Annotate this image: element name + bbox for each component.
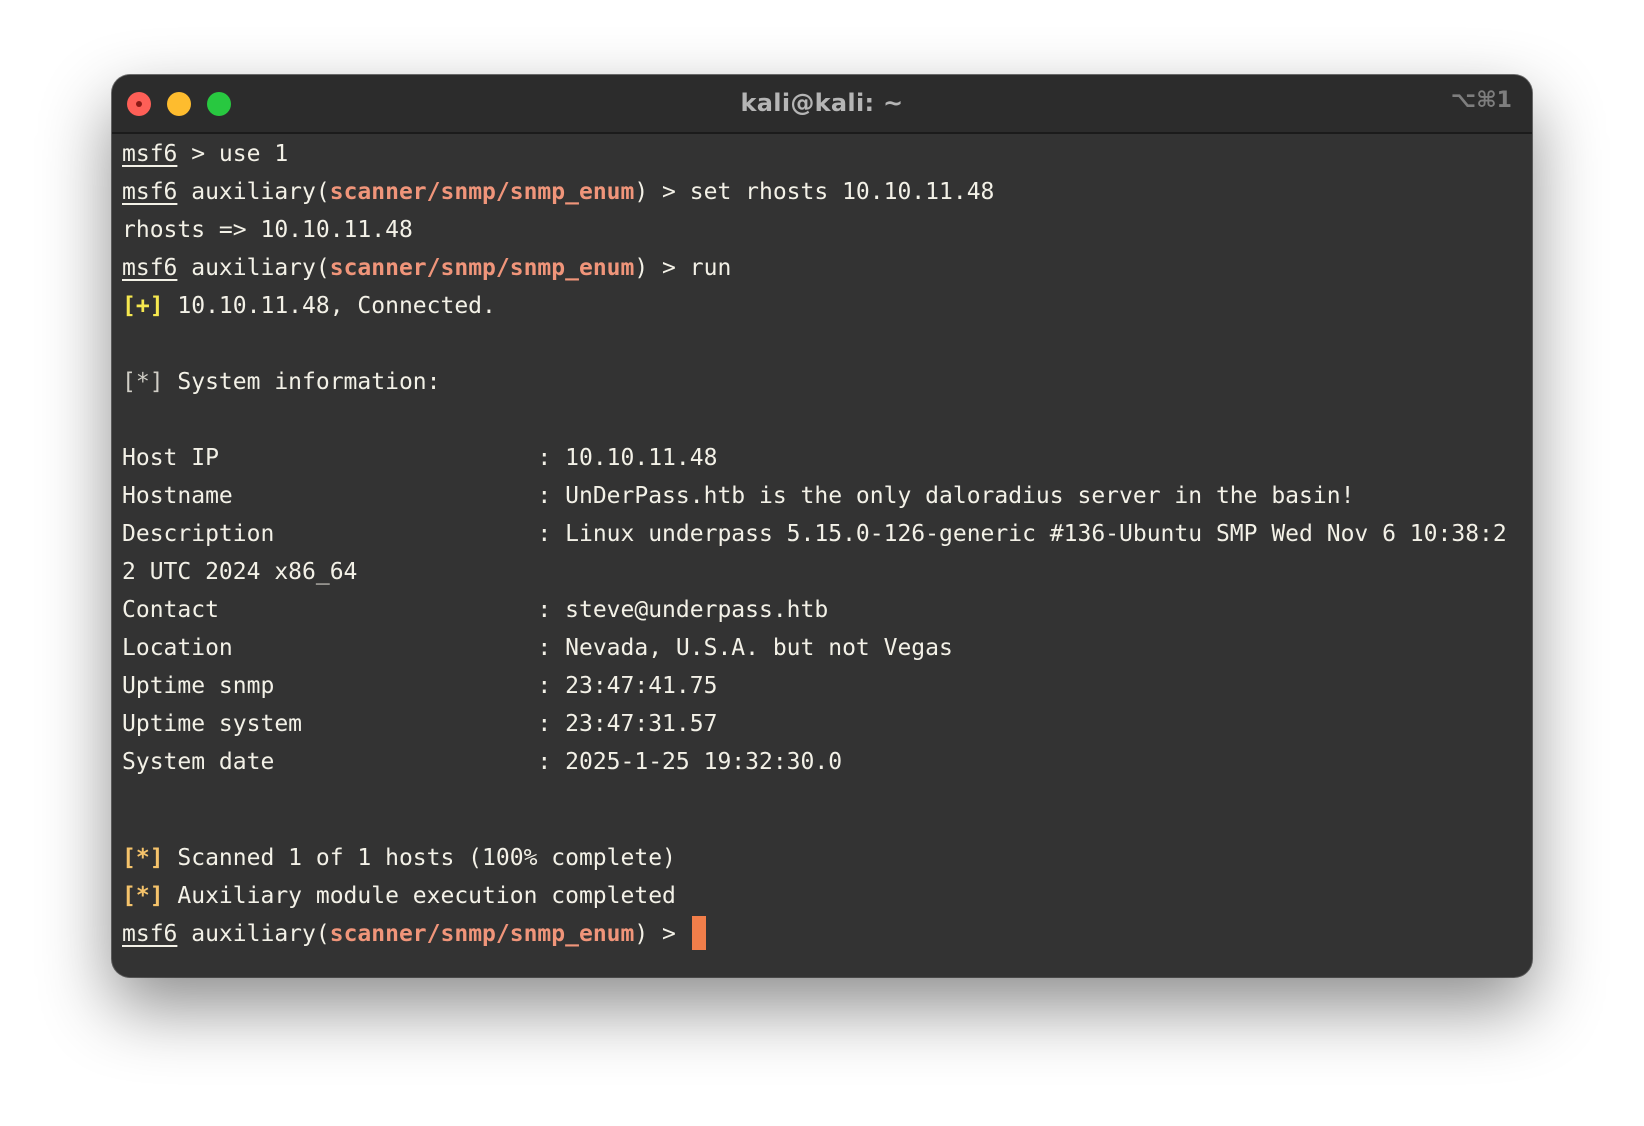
terminal-line: [*] Scanned 1 of 1 hosts (100% complete) [122, 839, 1524, 877]
info-value: UnDerPass.htb is the only daloradius ser… [565, 483, 1355, 509]
module-suffix: ) > [634, 179, 690, 205]
info-key: Host IP [122, 445, 538, 471]
module-suffix: ) > [634, 255, 690, 281]
module-prefix: auxiliary( [177, 179, 330, 205]
info-key: Uptime system [122, 711, 538, 737]
module-name: scanner/snmp/snmp_enum [329, 921, 635, 947]
info-sep: : [537, 673, 566, 699]
success-tag: [+] [122, 293, 164, 319]
info-sep: : [537, 597, 566, 623]
info-value: 10.10.11.48 [565, 445, 718, 471]
info-value: Linux underpass 5.15.0-126-generic #136-… [565, 521, 1507, 547]
info-sep: : [537, 445, 566, 471]
info-sep: : [537, 483, 566, 509]
info-key: Description [122, 521, 538, 547]
tab-shortcut-label: ⌥⌘1 [1450, 88, 1512, 113]
command-text: > use 1 [177, 141, 289, 167]
command-text: run [689, 255, 732, 281]
output-text: 10.10.11.48, Connected. [163, 293, 496, 319]
info-value: 2025-1-25 19:32:30.0 [565, 749, 843, 775]
info-row: System date : 2025-1-25 19:32:30.0 [122, 743, 1524, 781]
status-tag: [*] [122, 883, 164, 909]
terminal-line: [*] Auxiliary module execution completed [122, 877, 1524, 915]
window-title: kali@kali: ~ [740, 89, 904, 117]
command-text: set rhosts 10.10.11.48 [689, 179, 995, 205]
module-name: scanner/snmp/snmp_enum [329, 255, 635, 281]
info-value: 2 UTC 2024 x86_64 [122, 559, 358, 585]
output-text: System information: [163, 369, 441, 395]
info-row: Description : Linux underpass 5.15.0-126… [122, 515, 1524, 553]
prompt-label: msf6 [122, 921, 178, 947]
prompt-label: msf6 [122, 255, 178, 281]
info-sep: : [537, 749, 566, 775]
info-value: Nevada, U.S.A. but not Vegas [565, 635, 953, 661]
info-sep: : [537, 521, 566, 547]
prompt-label: msf6 [122, 179, 178, 205]
info-sep: : [537, 635, 566, 661]
info-sep: : [537, 711, 566, 737]
info-key: Contact [122, 597, 538, 623]
output-text: Scanned 1 of 1 hosts (100% complete) [163, 845, 676, 871]
terminal-line: msf6 > use 1 [122, 135, 1524, 173]
output-text: Auxiliary module execution completed [163, 883, 676, 909]
module-name: scanner/snmp/snmp_enum [329, 179, 635, 205]
current-prompt-line[interactable]: msf6 auxiliary(scanner/snmp/snmp_enum) > [122, 915, 1524, 953]
prompt-label: msf6 [122, 141, 178, 167]
info-value: steve@underpass.htb [565, 597, 829, 623]
module-prefix: auxiliary( [177, 255, 330, 281]
info-row: Contact : steve@underpass.htb [122, 591, 1524, 629]
text-cursor [691, 915, 706, 950]
info-key: Uptime snmp [122, 673, 538, 699]
info-key: Hostname [122, 483, 538, 509]
info-row: 2 UTC 2024 x86_64 [122, 553, 1524, 591]
info-row: Uptime snmp : 23:47:41.75 [122, 667, 1524, 705]
info-row: Hostname : UnDerPass.htb is the only dal… [122, 477, 1524, 515]
terminal-output[interactable]: msf6 > use 1 msf6 auxiliary(scanner/snmp… [122, 135, 1524, 977]
info-row: Uptime system : 23:47:31.57 [122, 705, 1524, 743]
terminal-line: [*] System information: [122, 363, 1524, 401]
info-tag: [*] [122, 369, 164, 395]
info-key: Location [122, 635, 538, 661]
terminal-window: kali@kali: ~ ⌥⌘1 msf6 > use 1 msf6 auxil… [112, 75, 1532, 977]
info-row: Host IP : 10.10.11.48 [122, 439, 1524, 477]
module-prefix: auxiliary( [177, 921, 330, 947]
terminal-line: msf6 auxiliary(scanner/snmp/snmp_enum) >… [122, 249, 1524, 287]
info-row: Location : Nevada, U.S.A. but not Vegas [122, 629, 1524, 667]
info-value: 23:47:41.75 [565, 673, 718, 699]
info-key: System date [122, 749, 538, 775]
title-bar: kali@kali: ~ ⌥⌘1 [112, 75, 1532, 134]
info-value: 23:47:31.57 [565, 711, 718, 737]
status-tag: [*] [122, 845, 164, 871]
module-suffix: ) > [634, 921, 690, 947]
terminal-line: msf6 auxiliary(scanner/snmp/snmp_enum) >… [122, 173, 1524, 211]
terminal-line: [+] 10.10.11.48, Connected. [122, 287, 1524, 325]
terminal-line: rhosts => 10.10.11.48 [122, 217, 413, 243]
